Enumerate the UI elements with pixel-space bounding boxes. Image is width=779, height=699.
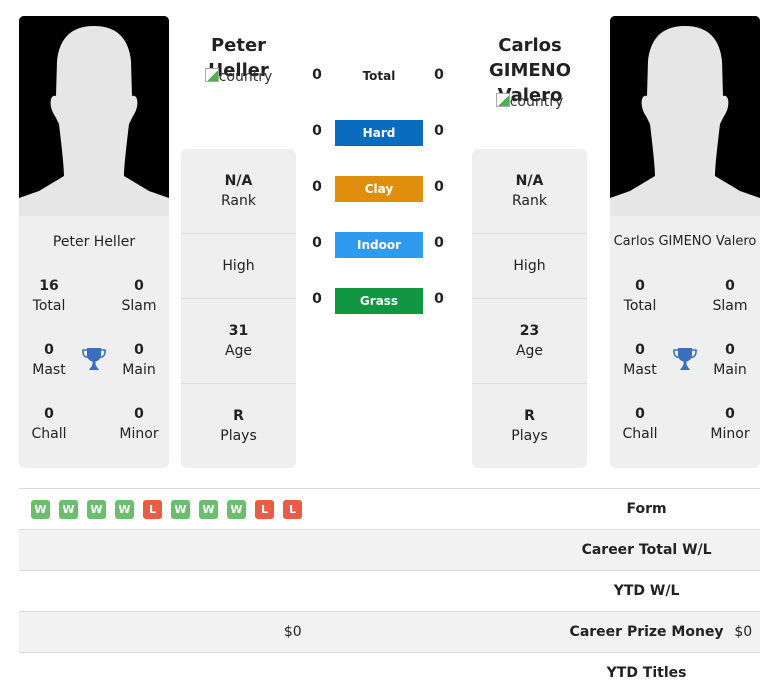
player2-titles-main: 0 Main — [713, 342, 747, 378]
silhouette-icon — [19, 16, 169, 216]
h2h-indoor-p1: 0 — [312, 235, 322, 251]
player1-titles-mast: 0 Mast — [32, 342, 66, 378]
player2-titles-total: 0 Total — [623, 278, 657, 314]
comparison-table: WWWWLWWWLL Form Career Total W/L YTD W/L… — [19, 488, 760, 694]
player2-ytd-wl — [726, 570, 760, 612]
player1-ytd-wl — [19, 570, 567, 612]
h2h-clay-p2: 0 — [434, 179, 444, 195]
player1-form: WWWWLWWWLL — [19, 488, 567, 530]
surface-grass-badge: Grass — [335, 288, 423, 314]
surface-hard-badge: Hard — [335, 120, 423, 146]
career-wl-label: Career Total W/L — [566, 529, 727, 571]
h2h-total-p1: 0 — [312, 67, 322, 83]
player1-rank: N/A Rank — [181, 149, 296, 234]
prize-money-row: $0 Career Prize Money $0 — [19, 611, 760, 653]
ytd-titles-label: YTD Titles — [566, 652, 727, 694]
player2-titles-chall: 0 Chall — [622, 406, 658, 442]
player1-titles-main: 0 Main — [122, 342, 156, 378]
h2h-hard-p1: 0 — [312, 123, 322, 139]
player2-age: 23 Age — [472, 299, 587, 384]
player2-titles-minor: 0 Minor — [710, 406, 750, 442]
player1-titles-total: 16 Total — [32, 278, 66, 314]
form-loss-badge: L — [283, 499, 302, 519]
player2-ytd-titles — [726, 652, 760, 694]
career-wl-row: Career Total W/L — [19, 529, 760, 571]
h2h-hard-p2: 0 — [434, 123, 444, 139]
form-win-badge: W — [115, 499, 134, 519]
player2-form — [726, 488, 760, 530]
player1-plays: R Plays — [220, 408, 257, 444]
surface-clay-badge: Clay — [335, 176, 423, 202]
form-win-badge: W — [31, 499, 50, 519]
form-win-badge: W — [199, 499, 218, 519]
player2-prize-money: $0 — [726, 611, 760, 653]
broken-image-icon — [495, 93, 510, 107]
player2-rank: N/A Rank — [472, 149, 587, 234]
prize-money-label: Career Prize Money — [566, 611, 727, 653]
player1-high: High — [181, 234, 296, 299]
player2-info-card: N/A Rank High 23 Age R Plays — [472, 149, 587, 468]
surface-indoor-badge: Indoor — [335, 232, 423, 258]
form-win-badge: W — [59, 499, 78, 519]
ytd-titles-row: YTD Titles — [19, 652, 760, 694]
trophy-icon — [672, 346, 698, 372]
form-win-badge: W — [171, 499, 190, 519]
h2h-grass-p2: 0 — [434, 291, 444, 307]
form-label: Form — [566, 488, 727, 530]
player2-card-name: Carlos GIMENO Valero — [613, 234, 757, 249]
player2-plays: R Plays — [511, 408, 548, 444]
player2-titles-mast: 0 Mast — [623, 342, 657, 378]
h2h-indoor-p2: 0 — [434, 235, 444, 251]
player2-titles-slam: 0 Slam — [712, 278, 748, 314]
h2h-total-p2: 0 — [434, 67, 444, 83]
player1-career-wl — [19, 529, 567, 571]
ytd-wl-label: YTD W/L — [566, 570, 727, 612]
ytd-wl-row: YTD W/L — [19, 570, 760, 612]
form-row: WWWWLWWWLL Form — [19, 488, 760, 530]
silhouette-icon — [610, 16, 760, 216]
player1-titles-card: Peter Heller 16 Total 0 Slam 0 Mast 0 Main 0… — [19, 216, 169, 468]
player1-country-flag: country — [181, 68, 296, 85]
form-loss-badge: L — [143, 499, 162, 519]
player1-age: 31 Age — [181, 299, 296, 384]
player1-ytd-titles — [19, 652, 567, 694]
player1-titles-slam: 0 Slam — [121, 278, 157, 314]
player1-prize-money: $0 — [19, 611, 567, 653]
player2-career-wl — [726, 529, 760, 571]
player2-photo — [610, 16, 760, 216]
player2-country-flag: country — [472, 93, 587, 110]
form-win-badge: W — [87, 499, 106, 519]
player1-card-name: Peter Heller — [52, 234, 136, 250]
h2h-clay-p1: 0 — [312, 179, 322, 195]
trophy-icon — [81, 346, 107, 372]
player1-titles-chall: 0 Chall — [31, 406, 67, 442]
player1-photo — [19, 16, 169, 216]
player1-titles-minor: 0 Minor — [119, 406, 159, 442]
broken-image-icon — [204, 68, 219, 82]
h2h-grass-p1: 0 — [312, 291, 322, 307]
form-win-badge: W — [227, 499, 246, 519]
player1-info-card: N/A Rank High 31 Age R Plays — [181, 149, 296, 468]
player2-titles-card: Carlos GIMENO Valero 0 Total 0 Slam 0 Mast … — [610, 216, 760, 468]
h2h-total-label: Total — [362, 69, 396, 83]
player2-high: High — [472, 234, 587, 299]
form-loss-badge: L — [255, 499, 274, 519]
